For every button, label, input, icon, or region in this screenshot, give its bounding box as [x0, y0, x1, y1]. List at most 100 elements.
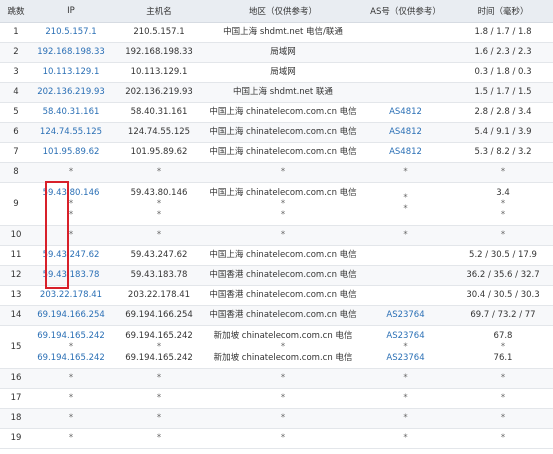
- time-cell: *: [453, 388, 553, 409]
- as-link[interactable]: AS23764: [358, 310, 453, 321]
- table-row: 3 10.113.129.1 10.113.129.1 局域网 0.3 / 1.8 / …: [0, 62, 553, 83]
- col-ip-header: IP: [32, 0, 110, 23]
- as-cell: AS4812: [358, 102, 453, 123]
- hop-cell: 10: [0, 225, 32, 246]
- ip-cell: 101.95.89.62: [32, 142, 110, 163]
- ip-link[interactable]: 69.194.165.242: [32, 353, 110, 364]
- loc-cell: *: [208, 408, 358, 429]
- ip-link[interactable]: 59.43.247.62: [32, 250, 110, 261]
- as-link[interactable]: AS4812: [358, 147, 453, 158]
- hop-cell: 19: [0, 428, 32, 449]
- table-row: 13 203.22.178.41 203.22.178.41 中国香港 chinate…: [0, 285, 553, 306]
- hop-cell: 18: [0, 408, 32, 429]
- host-text: 59.43.80.146: [130, 187, 188, 198]
- as-link[interactable]: AS23764: [358, 353, 453, 364]
- host-cell: 124.74.55.125: [110, 122, 208, 143]
- ip-link[interactable]: 124.74.55.125: [32, 127, 110, 138]
- hop-cell: 5: [0, 102, 32, 123]
- ip-link[interactable]: 101.95.89.62: [32, 147, 110, 158]
- ip-link[interactable]: 192.168.198.33: [32, 47, 110, 58]
- as-text: *: [403, 413, 408, 423]
- ip-link[interactable]: 10.113.129.1: [32, 67, 110, 78]
- col-as-header: AS号（仅供参考）: [358, 0, 453, 23]
- as-cell: *: [358, 368, 453, 389]
- ip-link[interactable]: 59.43.183.78: [32, 270, 110, 281]
- loc-cell: 中国香港 chinatelecom.com.cn 电信: [208, 305, 358, 326]
- ip-text: *: [68, 373, 74, 383]
- hop-text: 5: [13, 107, 19, 117]
- time-cell: *: [453, 225, 553, 246]
- hop-text: 19: [10, 433, 22, 443]
- ip-link[interactable]: 210.5.157.1: [32, 27, 110, 38]
- ip-cell: 59.43.183.78: [32, 265, 110, 286]
- as-cell: AS4812: [358, 142, 453, 163]
- ip-link[interactable]: 69.194.166.254: [32, 310, 110, 321]
- ip-cell: 58.40.31.161: [32, 102, 110, 123]
- table-row: 4 202.136.219.93 202.136.219.93 中国上海 shdmt.…: [0, 82, 553, 103]
- host-text: *: [156, 167, 162, 177]
- ip-link[interactable]: 69.194.165.242: [32, 331, 110, 342]
- table-row: 18 * * * * *: [0, 408, 553, 429]
- time-text: 1.6 / 2.3 / 2.3: [474, 47, 532, 57]
- time-text: *: [500, 413, 506, 423]
- as-cell: AS4812: [358, 122, 453, 143]
- loc-text: *: [280, 198, 286, 209]
- loc-text: *: [280, 373, 286, 383]
- loc-text: 中国香港 chinatelecom.com.cn 电信: [209, 290, 357, 300]
- host-text: 69.194.165.242: [125, 330, 193, 341]
- time-text: 69.7 / 73.2 / 77: [470, 310, 536, 320]
- as-link[interactable]: AS4812: [358, 127, 453, 138]
- ip-cell: 203.22.178.41: [32, 285, 110, 306]
- ip-text: *: [68, 230, 74, 240]
- ip-link[interactable]: 59.43.80.146: [32, 188, 110, 199]
- hop-cell: 14: [0, 305, 32, 326]
- time-text: 1.5 / 1.7 / 1.5: [474, 87, 532, 97]
- ip-cell: *: [32, 408, 110, 429]
- host-text: 10.113.129.1: [130, 67, 188, 77]
- ip-text: *: [68, 198, 74, 209]
- hop-text: 2: [13, 47, 19, 57]
- time-text: 5.2 / 30.5 / 17.9: [469, 250, 537, 260]
- hop-text: 9: [13, 198, 19, 209]
- ip-link[interactable]: 202.136.219.93: [32, 87, 110, 98]
- time-text: *: [500, 393, 506, 403]
- host-text: 59.43.183.78: [130, 270, 188, 280]
- ip-link[interactable]: 203.22.178.41: [32, 290, 110, 301]
- loc-text: 中国上海 shdmt.net 联通: [233, 87, 333, 97]
- table-row: 15 69.194.165.242 * 69.194.165.242 69.194.16…: [0, 325, 553, 369]
- time-text: 36.2 / 35.6 / 32.7: [466, 270, 540, 280]
- hop-cell: 12: [0, 265, 32, 286]
- ip-cell: 69.194.166.254: [32, 305, 110, 326]
- host-cell: *: [110, 428, 208, 449]
- loc-cell: 中国上海 chinatelecom.com.cn 电信: [208, 142, 358, 163]
- hop-cell: 17: [0, 388, 32, 409]
- loc-cell: 中国上海 chinatelecom.com.cn 电信: [208, 122, 358, 143]
- hop-text: 3: [13, 67, 19, 77]
- loc-text: 中国上海 chinatelecom.com.cn 电信: [209, 107, 357, 117]
- as-cell: *: [358, 225, 453, 246]
- as-link[interactable]: AS4812: [358, 107, 453, 118]
- loc-cell: *: [208, 225, 358, 246]
- as-text: *: [403, 341, 408, 352]
- ip-cell: *: [32, 428, 110, 449]
- col-host-header: 主机名: [110, 0, 208, 23]
- ip-link[interactable]: 58.40.31.161: [32, 107, 110, 118]
- host-text: 69.194.165.242: [125, 352, 193, 363]
- loc-text: 局域网: [270, 47, 296, 57]
- loc-text: *: [280, 230, 286, 240]
- ip-text: *: [68, 413, 74, 423]
- traceroute-table: 跳数 IP 主机名 地区（仅供参考） AS号（仅供参考） 时间（毫秒） 1 210…: [0, 0, 553, 449]
- loc-text: 中国上海 chinatelecom.com.cn 电信: [209, 187, 357, 198]
- as-cell: AS23764 * AS23764: [358, 325, 453, 369]
- time-cell: 5.4 / 9.1 / 3.9: [453, 122, 553, 143]
- hop-text: 14: [10, 310, 22, 320]
- loc-text: *: [280, 209, 286, 220]
- as-link[interactable]: AS23764: [358, 331, 453, 342]
- as-cell: [358, 265, 453, 286]
- ip-text: *: [68, 167, 74, 177]
- as-cell: [358, 42, 453, 63]
- table-row: 12 59.43.183.78 59.43.183.78 中国香港 chinatele…: [0, 265, 553, 286]
- host-cell: 202.136.219.93: [110, 82, 208, 103]
- hop-text: 13: [10, 290, 22, 300]
- time-text: 67.8: [493, 330, 513, 341]
